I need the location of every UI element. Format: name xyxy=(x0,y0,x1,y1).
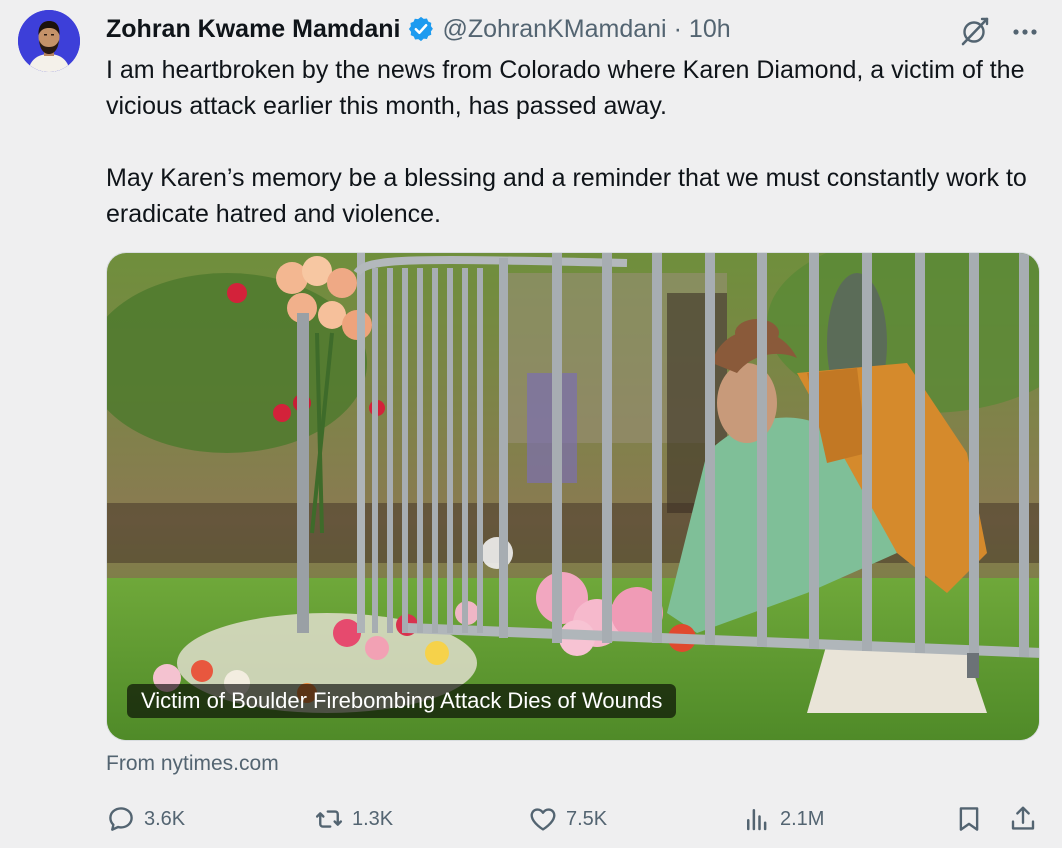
views-count: 2.1M xyxy=(780,807,825,830)
tweet-text: I am heartbroken by the news from Colora… xyxy=(106,52,1046,232)
link-card[interactable]: Victim of Boulder Firebombing Attack Die… xyxy=(106,252,1040,741)
like-count: 7.5K xyxy=(566,807,608,830)
tweet: Zohran Kwame Mamdani @ZohranKMamdani · 1… xyxy=(0,0,1062,848)
card-source[interactable]: From nytimes.com xyxy=(106,750,279,778)
separator-dot: · xyxy=(673,15,682,43)
analytics-icon xyxy=(747,809,767,831)
card-image xyxy=(107,253,1039,740)
avatar-portrait xyxy=(18,10,80,72)
like-button[interactable]: 7.5K xyxy=(528,802,607,836)
card-title[interactable]: Victim of Boulder Firebombing Attack Die… xyxy=(127,684,677,718)
heart-icon xyxy=(530,808,556,831)
grok-icon[interactable] xyxy=(958,14,992,48)
more-icon[interactable] xyxy=(1008,14,1042,48)
share-button[interactable] xyxy=(1008,802,1038,836)
repost-count: 1.3K xyxy=(352,807,394,830)
repost-icon xyxy=(315,810,343,828)
repost-button[interactable]: 1.3K xyxy=(314,802,393,836)
tweet-header: Zohran Kwame Mamdani @ZohranKMamdani · 1… xyxy=(106,12,731,46)
bookmark-button[interactable] xyxy=(954,802,984,836)
display-name[interactable]: Zohran Kwame Mamdani xyxy=(106,12,401,46)
share-icon xyxy=(1011,806,1035,830)
timestamp[interactable]: 10h xyxy=(689,12,731,46)
bookmark-icon xyxy=(959,807,979,831)
reply-count: 3.6K xyxy=(144,807,186,830)
avatar[interactable] xyxy=(18,10,80,72)
tweet-text-paragraph-2: May Karen’s memory be a blessing and a r… xyxy=(106,164,1027,228)
verified-badge-icon[interactable] xyxy=(407,15,435,43)
views-button[interactable]: 2.1M xyxy=(742,802,824,836)
reply-icon xyxy=(109,807,133,831)
tweet-text-paragraph-1: I am heartbroken by the news from Colora… xyxy=(106,56,1025,120)
reply-button[interactable]: 3.6K xyxy=(106,802,185,836)
handle[interactable]: @ZohranKMamdani xyxy=(443,12,667,46)
